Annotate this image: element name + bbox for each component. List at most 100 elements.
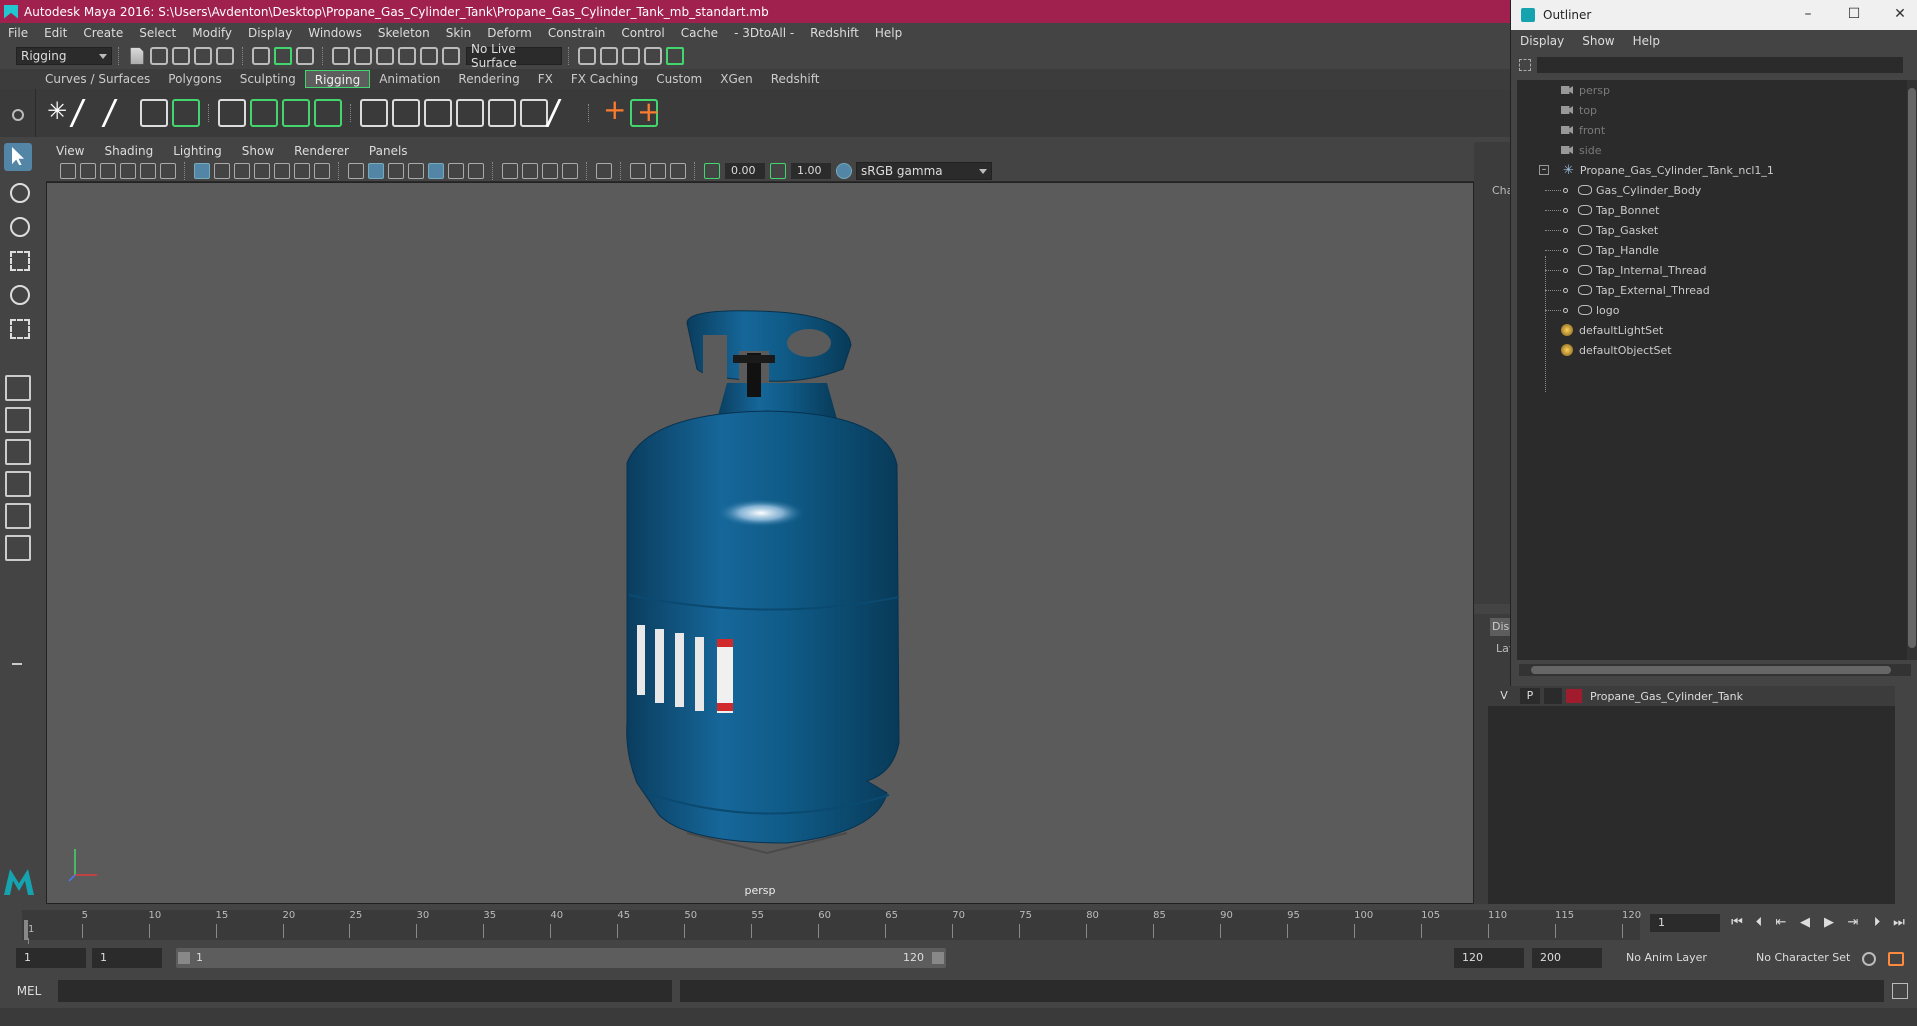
film-gate-icon[interactable] xyxy=(214,162,230,179)
character-set-dropdown[interactable]: No Character Set xyxy=(1748,948,1864,968)
outliner-row-set[interactable]: defaultObjectSet xyxy=(1517,340,1907,360)
command-input[interactable] xyxy=(58,980,672,1002)
redo-icon[interactable] xyxy=(216,47,234,65)
hik-character-icon[interactable] xyxy=(172,99,200,127)
field-chart-icon[interactable] xyxy=(274,162,290,179)
point-constraint-icon[interactable] xyxy=(360,99,388,127)
outliner-row-side[interactable]: side xyxy=(1517,140,1907,160)
menu-windows[interactable]: Windows xyxy=(300,26,370,40)
menu-display[interactable]: Display xyxy=(240,26,300,40)
menu-3dtoall[interactable]: - 3DtoAll - xyxy=(726,26,802,40)
select-tool-icon[interactable] xyxy=(4,143,32,171)
isolate-select-icon[interactable] xyxy=(596,162,612,179)
menu-control[interactable]: Control xyxy=(613,26,672,40)
textured-icon[interactable] xyxy=(428,162,444,179)
minimize-icon[interactable]: – xyxy=(1801,7,1815,21)
vp-menu-show[interactable]: Show xyxy=(232,144,284,158)
smooth-shade-icon[interactable] xyxy=(368,162,384,179)
outliner-row-front[interactable]: front xyxy=(1517,120,1907,140)
cluster-icon[interactable] xyxy=(314,99,342,127)
hypershade-icon[interactable] xyxy=(666,47,684,65)
image-plane-icon[interactable] xyxy=(120,162,136,179)
persp-hypershade-layout-icon[interactable] xyxy=(5,535,31,561)
command-language-label[interactable]: MEL xyxy=(0,984,58,998)
shadows-icon[interactable] xyxy=(468,162,484,179)
menu-modify[interactable]: Modify xyxy=(184,26,240,40)
xray-joints-icon[interactable] xyxy=(670,162,686,179)
vp-menu-shading[interactable]: Shading xyxy=(94,144,163,158)
lattice-icon[interactable] xyxy=(282,99,310,127)
resolution-gate-icon[interactable] xyxy=(234,162,250,179)
vp-menu-panels[interactable]: Panels xyxy=(359,144,418,158)
locator-icon[interactable] xyxy=(598,93,626,127)
bookmark-icon[interactable] xyxy=(100,162,116,179)
play-backwards-icon[interactable]: ◀ xyxy=(1798,916,1812,930)
smooth-bind-icon[interactable] xyxy=(250,99,278,127)
wireframe-on-shaded-icon[interactable] xyxy=(408,162,424,179)
2d-pan-zoom-icon[interactable] xyxy=(140,162,156,179)
exposure-icon[interactable] xyxy=(704,162,720,179)
color-space-dropdown[interactable]: sRGB gamma xyxy=(856,161,992,180)
move-tool-icon[interactable] xyxy=(4,245,32,273)
animation-end-field[interactable]: 200 xyxy=(1532,948,1602,968)
tab-polygons[interactable]: Polygons xyxy=(159,70,230,88)
paint-weights-icon[interactable] xyxy=(545,99,587,127)
step-back-key-icon[interactable]: ⇤ xyxy=(1774,916,1788,930)
perspective-viewport[interactable]: persp xyxy=(46,182,1474,904)
render-settings-icon[interactable] xyxy=(644,47,662,65)
channel-box-collapsed[interactable]: Cha xyxy=(1474,142,1513,604)
ipr-render-icon[interactable] xyxy=(622,47,640,65)
layer-color-swatch[interactable] xyxy=(1566,689,1582,703)
mirror-joint-icon[interactable] xyxy=(140,99,168,127)
scale-constraint-icon[interactable] xyxy=(456,99,484,127)
menu-skeleton[interactable]: Skeleton xyxy=(370,26,438,40)
outliner-row-child[interactable]: Tap_Internal_Thread xyxy=(1517,260,1907,280)
single-view-layout-icon[interactable] xyxy=(5,375,31,401)
playback-end-field[interactable]: 120 xyxy=(1454,948,1524,968)
new-scene-icon[interactable] xyxy=(130,47,144,65)
outliner-row-child[interactable]: logo xyxy=(1517,300,1907,320)
safe-action-icon[interactable] xyxy=(294,162,310,179)
grease-pencil-icon[interactable] xyxy=(160,162,176,179)
layer-type-toggle[interactable] xyxy=(1544,688,1562,704)
camera-attributes-icon[interactable] xyxy=(80,162,96,179)
tab-xgen[interactable]: XGen xyxy=(711,70,762,88)
select-hierarchy-icon[interactable] xyxy=(252,47,270,65)
outliner-horizontal-scrollbar[interactable] xyxy=(1519,664,1911,676)
outliner-menu-help[interactable]: Help xyxy=(1624,34,1669,48)
menu-set-dropdown[interactable]: Rigging xyxy=(16,47,112,65)
pole-vector-icon[interactable] xyxy=(520,99,548,127)
tab-sculpting[interactable]: Sculpting xyxy=(231,70,305,88)
four-view-layout-icon[interactable] xyxy=(5,407,31,433)
range-slider[interactable]: 1 120 xyxy=(176,948,946,968)
outliner-row-child[interactable]: Tap_Handle xyxy=(1517,240,1907,260)
open-scene-icon[interactable] xyxy=(150,47,168,65)
close-icon[interactable]: ✕ xyxy=(1893,7,1907,21)
gamma-icon[interactable] xyxy=(770,162,786,179)
vp-menu-lighting[interactable]: Lighting xyxy=(163,144,232,158)
scroll-thumb[interactable] xyxy=(1908,88,1916,648)
step-forward-key-icon[interactable]: ⇥ xyxy=(1846,916,1860,930)
menu-select[interactable]: Select xyxy=(131,26,184,40)
play-forwards-icon[interactable]: ▶ xyxy=(1822,916,1836,930)
motion-blur-icon[interactable] xyxy=(522,162,538,179)
use-all-lights-icon[interactable] xyxy=(448,162,464,179)
vp-menu-renderer[interactable]: Renderer xyxy=(284,144,359,158)
display-tab[interactable]: Dis xyxy=(1490,618,1510,636)
snap-magnet-icon[interactable] xyxy=(442,47,460,65)
scroll-thumb[interactable] xyxy=(1531,666,1891,674)
tab-redshift[interactable]: Redshift xyxy=(762,70,829,88)
aim-constraint-icon[interactable] xyxy=(392,99,420,127)
outliner-row-set[interactable]: defaultLightSet xyxy=(1517,320,1907,340)
wireframe-icon[interactable] xyxy=(348,162,364,179)
lasso-tool-icon[interactable] xyxy=(4,177,32,205)
outliner-row-child[interactable]: Tap_Bonnet xyxy=(1517,200,1907,220)
side-by-side-layout-icon[interactable] xyxy=(5,439,31,465)
menu-edit[interactable]: Edit xyxy=(36,26,75,40)
maximize-icon[interactable]: ☐ xyxy=(1847,7,1861,21)
outliner-menu-display[interactable]: Display xyxy=(1511,34,1573,48)
depth-of-field-icon[interactable] xyxy=(562,162,578,179)
select-component-icon[interactable] xyxy=(296,47,314,65)
layer-visibility-toggle[interactable]: V xyxy=(1494,688,1514,704)
current-frame-field[interactable]: 1 xyxy=(1650,914,1720,932)
